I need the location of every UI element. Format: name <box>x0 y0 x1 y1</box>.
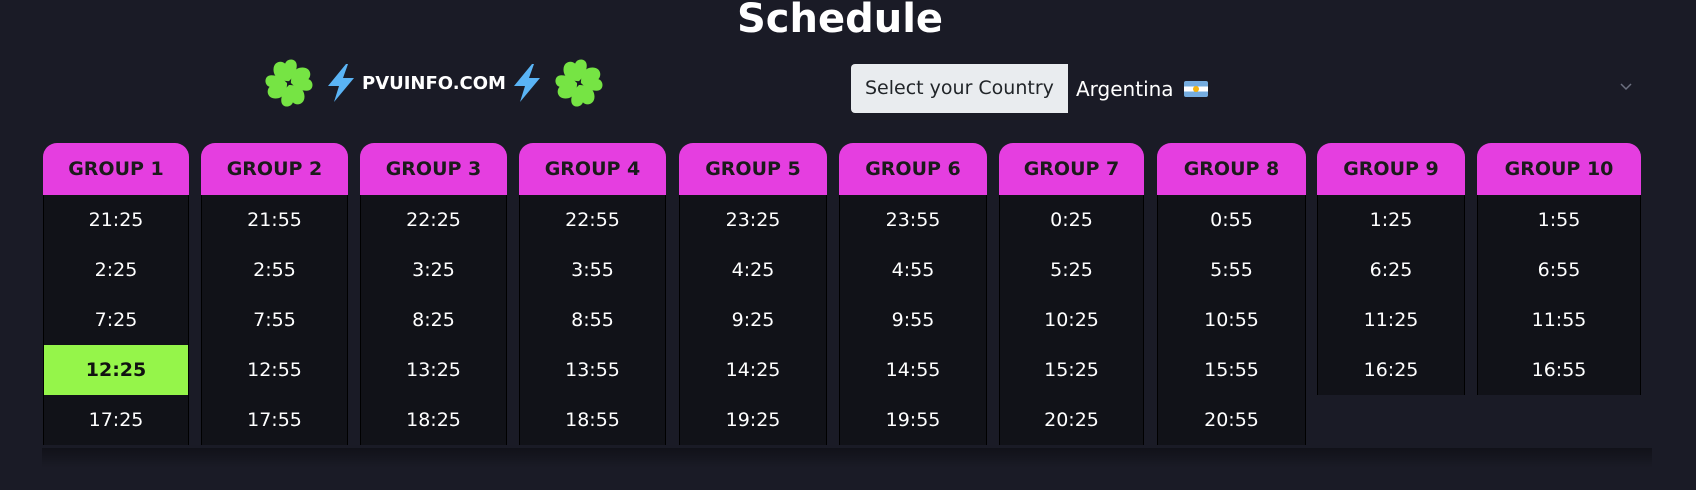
time-cell: 3:25 <box>412 259 455 281</box>
time-cell: 8:25 <box>412 309 455 331</box>
group-column: GROUP 7 0:25 5:25 10:25 15:25 20:25 <box>999 143 1144 445</box>
time-cell: 1:55 <box>1537 209 1581 231</box>
time-cell: 4:25 <box>731 259 775 281</box>
time-cell: 23:55 <box>885 209 941 231</box>
time-cell: 0:25 <box>1050 209 1093 231</box>
time-cell: 10:25 <box>1044 309 1099 331</box>
time-cell: 8:55 <box>571 309 614 331</box>
group-header: GROUP 6 <box>839 143 987 195</box>
time-cell: 11:55 <box>1531 309 1587 331</box>
time-cell: 9:25 <box>731 309 775 331</box>
group-header: GROUP 8 <box>1157 143 1306 195</box>
group-times: 0:55 5:55 10:55 15:55 20:55 <box>1157 195 1306 445</box>
brand-logo: PVUINFO.COM <box>258 52 610 114</box>
time-cell-current: 12:25 <box>44 345 188 395</box>
page-title: Schedule <box>736 0 944 42</box>
group-column: GROUP 4 22:55 3:55 8:55 13:55 18:55 <box>519 143 666 445</box>
time-cell: 5:25 <box>1050 259 1093 281</box>
time-cell: 1:25 <box>1369 209 1413 231</box>
group-column: GROUP 1 21:25 2:25 7:25 12:25 17:25 <box>43 143 189 445</box>
time-cell: 9:55 <box>891 309 935 331</box>
group-times: 1:55 6:55 11:55 16:55 <box>1477 195 1641 395</box>
lightning-bolt-icon <box>328 64 354 102</box>
time-cell: 15:55 <box>1204 359 1259 381</box>
four-leaf-clover-icon <box>265 59 313 107</box>
time-cell: 7:55 <box>253 309 296 331</box>
time-cell: 11:25 <box>1363 309 1419 331</box>
group-column: GROUP 9 1:25 6:25 11:25 16:25 <box>1317 143 1465 395</box>
group-times: 22:55 3:55 8:55 13:55 18:55 <box>519 195 666 445</box>
time-cell: 14:55 <box>885 359 941 381</box>
group-header: GROUP 1 <box>43 143 189 195</box>
time-cell: 6:55 <box>1537 259 1581 281</box>
time-cell: 18:25 <box>406 409 461 431</box>
time-cell: 17:55 <box>247 409 302 431</box>
country-select-value: Argentina <box>1076 76 1174 101</box>
time-cell: 21:25 <box>88 209 144 231</box>
time-cell: 22:55 <box>565 209 620 231</box>
time-cell: 22:25 <box>406 209 461 231</box>
argentina-flag-icon <box>1183 80 1208 97</box>
time-cell: 13:55 <box>565 359 620 381</box>
group-header: GROUP 3 <box>360 143 507 195</box>
lightning-bolt-icon <box>513 64 540 102</box>
group-column: GROUP 10 1:55 6:55 11:55 16:55 <box>1477 143 1641 395</box>
group-header: GROUP 2 <box>201 143 348 195</box>
time-cell: 16:55 <box>1531 359 1587 381</box>
time-cell: 2:25 <box>94 259 138 281</box>
country-select[interactable]: Argentina <box>1060 64 1640 113</box>
group-column: GROUP 2 21:55 2:55 7:55 12:55 17:55 <box>201 143 348 445</box>
table-shadow <box>42 448 1652 468</box>
time-cell: 20:25 <box>1044 409 1099 431</box>
country-selector-label-wrap: Select your Country <box>851 64 1068 113</box>
group-times: 21:25 2:25 7:25 12:25 17:25 <box>43 195 189 445</box>
time-cell: 15:25 <box>1044 359 1099 381</box>
time-cell: 13:25 <box>406 359 461 381</box>
group-times: 21:55 2:55 7:55 12:55 17:55 <box>201 195 348 445</box>
group-times: 0:25 5:25 10:25 15:25 20:25 <box>999 195 1144 445</box>
time-cell: 17:25 <box>88 409 144 431</box>
time-cell: 19:25 <box>725 409 781 431</box>
group-times: 23:25 4:25 9:25 14:25 19:25 <box>679 195 827 445</box>
group-column: GROUP 5 23:25 4:25 9:25 14:25 19:25 <box>679 143 827 445</box>
country-select-label: Select your Country <box>851 64 1068 113</box>
time-cell: 3:55 <box>571 259 614 281</box>
time-cell: 19:55 <box>885 409 941 431</box>
time-cell: 18:55 <box>565 409 620 431</box>
chevron-down-icon <box>1620 83 1632 91</box>
group-header: GROUP 5 <box>679 143 827 195</box>
time-cell: 12:55 <box>247 359 302 381</box>
time-cell: 6:25 <box>1369 259 1413 281</box>
time-cell: 23:25 <box>725 209 781 231</box>
time-cell: 10:55 <box>1204 309 1259 331</box>
group-times: 1:25 6:25 11:25 16:25 <box>1317 195 1465 395</box>
group-column: GROUP 8 0:55 5:55 10:55 15:55 20:55 <box>1157 143 1306 445</box>
brand-text: PVUINFO.COM <box>362 72 506 94</box>
time-cell: 4:55 <box>891 259 935 281</box>
group-column: GROUP 6 23:55 4:55 9:55 14:55 19:55 <box>839 143 987 445</box>
group-times: 22:25 3:25 8:25 13:25 18:25 <box>360 195 507 445</box>
group-column: GROUP 3 22:25 3:25 8:25 13:25 18:25 <box>360 143 507 445</box>
group-header: GROUP 9 <box>1317 143 1465 195</box>
time-cell: 20:55 <box>1204 409 1259 431</box>
group-header: GROUP 4 <box>519 143 666 195</box>
time-cell: 21:55 <box>247 209 302 231</box>
time-cell: 14:25 <box>725 359 781 381</box>
time-cell: 2:55 <box>253 259 296 281</box>
time-cell: 16:25 <box>1363 359 1419 381</box>
time-cell: 5:55 <box>1210 259 1253 281</box>
group-header: GROUP 7 <box>999 143 1144 195</box>
group-header: GROUP 10 <box>1477 143 1641 195</box>
four-leaf-clover-icon <box>555 59 603 107</box>
group-times: 23:55 4:55 9:55 14:55 19:55 <box>839 195 987 445</box>
time-cell: 7:25 <box>94 309 138 331</box>
time-cell: 0:55 <box>1210 209 1253 231</box>
